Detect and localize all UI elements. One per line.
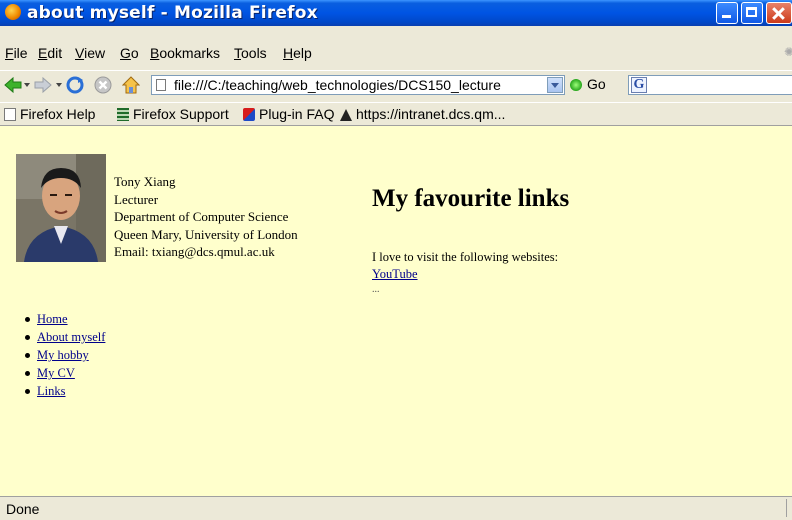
bookmark-firefox-support[interactable]: Firefox Support <box>117 106 229 122</box>
ellipsis-text: ... <box>372 284 380 295</box>
intro-text: I love to visit the following websites: <box>372 250 559 264</box>
plugin-icon <box>243 108 255 121</box>
list-item: About myself <box>22 328 105 346</box>
page-heading: My favourite links <box>372 185 570 212</box>
menu-go[interactable]: Go <box>120 45 139 61</box>
list-item: My hobby <box>22 346 105 364</box>
site-nav-list: Home About myself My hobby My CV Links <box>22 310 105 400</box>
search-box[interactable]: G <box>628 75 792 95</box>
menu-view[interactable]: View <box>75 45 105 61</box>
profile-email: Email: txiang@dcs.qmul.ac.uk <box>114 244 275 260</box>
nav-link-my-cv[interactable]: My CV <box>37 366 75 380</box>
bookmark-firefox-help[interactable]: Firefox Help <box>4 106 95 122</box>
firefox-icon <box>5 4 21 20</box>
youtube-link[interactable]: YouTube <box>372 267 418 282</box>
profile-photo <box>16 154 106 262</box>
menu-bar: File Edit View Go Bookmarks Tools Help ✺ <box>0 41 792 65</box>
throbber-icon: ✺ <box>784 45 792 59</box>
menu-edit[interactable]: Edit <box>38 45 62 61</box>
profile-role: Lecturer <box>114 191 159 207</box>
page-content: Tony Xiang Lecturer Department of Comput… <box>0 125 792 497</box>
profile-department: Department of Computer Science <box>114 209 289 225</box>
status-bar: Done <box>0 496 792 520</box>
page-icon <box>156 79 166 91</box>
list-item: My CV <box>22 364 105 382</box>
bookmark-plugin-faq[interactable]: Plug-in FAQ <box>243 106 334 122</box>
bookmark-intranet[interactable]: https://intranet.dcs.qm... <box>340 106 505 122</box>
nav-link-links[interactable]: Links <box>37 384 65 398</box>
navigation-toolbar: file:///C:/teaching/web_technologies/DCS… <box>0 70 792 99</box>
back-icon[interactable] <box>4 76 22 94</box>
forward-dropdown-icon[interactable] <box>56 83 62 87</box>
go-button[interactable]: Go <box>587 76 606 92</box>
browser-window: about myself - Mozilla Firefox File Edit… <box>0 0 792 520</box>
profile-university: Queen Mary, University of London <box>114 226 298 242</box>
status-panel <box>786 499 792 517</box>
url-text[interactable]: file:///C:/teaching/web_technologies/DCS… <box>174 77 546 93</box>
forward-icon[interactable] <box>34 76 52 94</box>
close-button[interactable] <box>766 2 792 24</box>
menu-file[interactable]: File <box>5 45 28 61</box>
minimize-button[interactable] <box>716 2 738 24</box>
stop-icon[interactable] <box>94 76 112 94</box>
menu-bookmarks[interactable]: Bookmarks <box>150 45 220 61</box>
profile-info: Tony Xiang Lecturer Department of Comput… <box>114 173 298 261</box>
google-search-icon[interactable]: G <box>631 77 647 93</box>
maximize-button[interactable] <box>741 2 763 24</box>
go-icon[interactable] <box>570 79 582 91</box>
nav-link-about-myself[interactable]: About myself <box>37 330 105 344</box>
list-item: Home <box>22 310 105 328</box>
intranet-icon <box>340 109 352 121</box>
url-dropdown-button[interactable] <box>547 77 563 93</box>
nav-link-my-hobby[interactable]: My hobby <box>37 348 89 362</box>
bookmarks-toolbar: Firefox Help Firefox Support Plug-in FAQ… <box>0 102 792 125</box>
nav-link-home[interactable]: Home <box>37 312 68 326</box>
title-bar[interactable]: about myself - Mozilla Firefox <box>0 0 792 26</box>
support-icon <box>117 108 129 121</box>
back-dropdown-icon[interactable] <box>24 83 30 87</box>
page-icon <box>4 108 16 121</box>
menu-help[interactable]: Help <box>283 45 312 61</box>
reload-icon[interactable] <box>66 76 84 94</box>
profile-name: Tony Xiang <box>114 174 176 189</box>
list-item: Links <box>22 382 105 400</box>
status-text: Done <box>6 501 40 517</box>
menu-tools[interactable]: Tools <box>234 45 267 61</box>
address-bar[interactable]: file:///C:/teaching/web_technologies/DCS… <box>151 75 565 95</box>
window-title: about myself - Mozilla Firefox <box>27 3 318 23</box>
home-icon[interactable] <box>122 76 140 94</box>
